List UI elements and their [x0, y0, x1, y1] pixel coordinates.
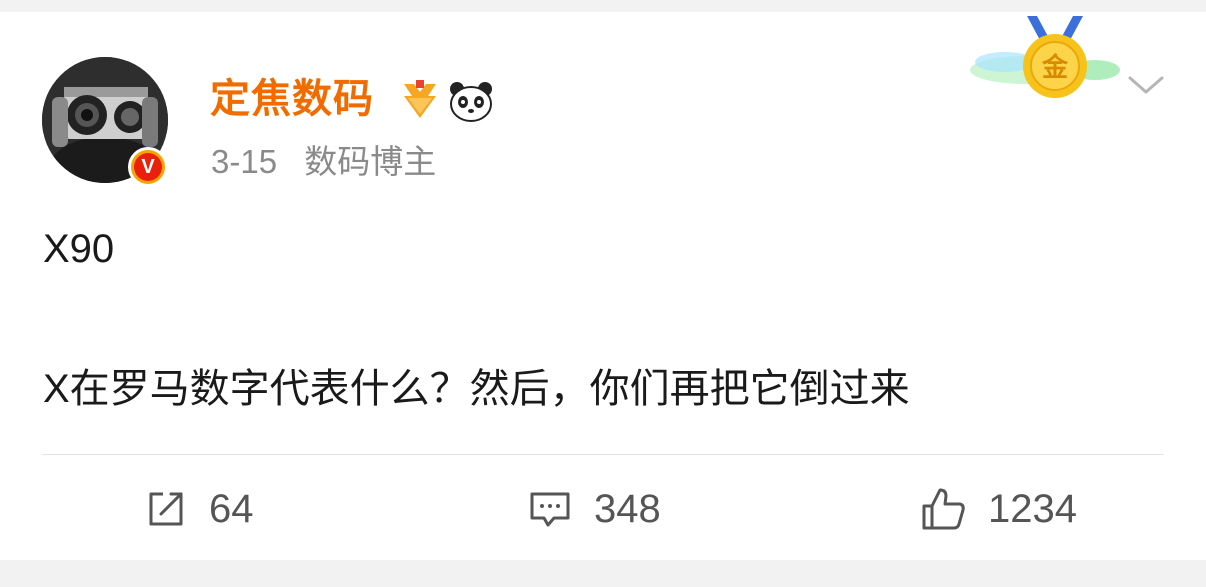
repost-count: 64: [209, 486, 254, 531]
like-button[interactable]: 1234: [920, 484, 1077, 534]
verified-mark: V: [134, 153, 162, 181]
comment-icon: [530, 492, 570, 527]
panda-badge-icon[interactable]: [448, 78, 494, 124]
vip-badge-icon[interactable]: [398, 78, 442, 122]
author-tag: 数码博主: [304, 143, 437, 180]
repost-icon: [149, 492, 183, 526]
post-meta: 3-15 数码博主: [211, 142, 436, 182]
repost-button[interactable]: 64: [145, 484, 254, 534]
post-content-line-2: X在罗马数字代表什么？然后，你们再把它倒过来: [43, 367, 910, 411]
post-date[interactable]: 3-15: [211, 143, 277, 180]
like-icon: [922, 488, 965, 530]
verified-badge: V: [128, 147, 168, 187]
comment-button[interactable]: 348: [528, 484, 661, 534]
gold-medal-icon[interactable]: 金: [965, 12, 1130, 102]
like-count: 1234: [988, 486, 1077, 531]
post-content-line-1: X90: [43, 227, 115, 271]
comment-count: 348: [594, 486, 661, 531]
author-name[interactable]: 定焦数码: [210, 74, 374, 124]
medal-label: 金: [1041, 52, 1069, 83]
chevron-down-icon[interactable]: [1124, 70, 1168, 100]
weibo-post-card: V 定焦数码 3-15 数码博主 金 X90 X在罗马数字代表什么？然后，你们再…: [0, 12, 1206, 560]
divider: [42, 454, 1164, 455]
